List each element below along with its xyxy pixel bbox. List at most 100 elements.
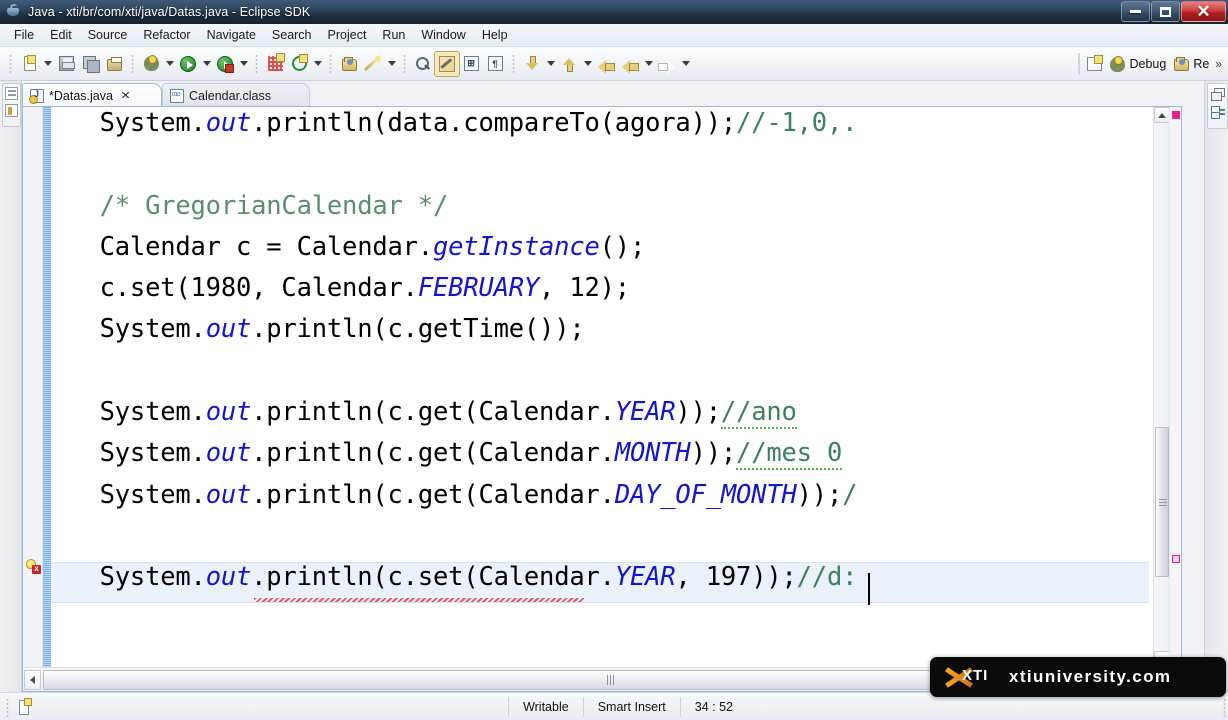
previous-annotation-button[interactable] [557,52,581,76]
overview-error-marker[interactable] [1172,111,1180,119]
magic-wand-icon [365,55,381,72]
open-perspective-button[interactable] [1083,55,1106,73]
menu-project[interactable]: Project [320,25,375,45]
back-dropdown[interactable] [642,52,655,76]
scroll-up-button[interactable] [1154,107,1170,123]
print-button[interactable] [102,52,126,76]
forward-button[interactable] [655,52,679,76]
perspective-separator [1078,53,1081,75]
last-edit-location-button[interactable] [594,52,618,76]
chevron-down-icon [681,61,690,66]
minimize-button[interactable] [1121,1,1150,22]
menu-file[interactable]: File [6,25,42,45]
debug-button[interactable] [139,52,163,76]
coverage-button[interactable] [263,52,287,76]
overview-warning-marker[interactable] [1172,555,1180,563]
vertical-scrollbar[interactable] [1153,107,1170,667]
tab-datas-java-label: *Datas.java [49,88,113,103]
fast-view-bar [0,81,22,692]
code-viewport[interactable]: System.out.println(data.compareTo(agora)… [51,107,1149,667]
toolbar-overflow-chevron[interactable]: » [1213,57,1224,71]
menu-refactor[interactable]: Refactor [135,25,198,45]
overview-ruler[interactable] [1169,107,1181,667]
perspective-debug-label: Debug [1129,57,1167,71]
toolbar-drag-handle-3[interactable] [253,52,260,75]
run-history-icon [217,55,234,73]
save-all-button[interactable] [78,52,102,76]
vertical-scroll-thumb[interactable] [1155,427,1169,577]
menu-run[interactable]: Run [374,25,413,45]
debug-bug-icon [1110,55,1126,72]
external-tools-dropdown[interactable] [311,52,324,76]
maximize-button[interactable] [1151,1,1180,22]
text-caret [868,573,870,605]
debug-dropdown[interactable] [163,52,176,76]
tab-calendar-class[interactable]: Calendar.class [162,83,310,107]
editor-tab-row: *Datas.java ✕ Calendar.class [22,81,1182,107]
run-last-button[interactable] [213,52,237,76]
search-button[interactable] [411,52,435,76]
next-annotation-button[interactable] [520,52,544,76]
menu-source[interactable]: Source [80,25,136,45]
show-whitespace-button[interactable]: ⊞ [459,52,483,76]
new-wizard-button[interactable] [17,52,41,76]
menu-search[interactable]: Search [264,25,320,45]
close-icon: ✕ [1196,2,1211,21]
resource-folder-icon [1174,57,1190,71]
menu-window[interactable]: Window [413,25,473,45]
status-drag-handle[interactable] [4,696,11,717]
error-quick-fix-marker[interactable]: x [26,559,41,574]
forward-dropdown[interactable] [679,52,692,76]
chevron-down-icon [313,61,322,66]
toggle-mark-occurrences-button[interactable] [434,50,460,77]
toolbar-drag-handle-6[interactable] [510,52,517,75]
boxed-letter-icon: ⊞ [463,56,479,71]
status-insert-mode: Smart Insert [582,696,680,717]
new-wizard-dropdown[interactable] [41,52,54,76]
external-tools-button[interactable] [287,52,311,76]
open-folder-icon [341,56,357,71]
save-button[interactable] [54,52,78,76]
close-button[interactable]: ✕ [1181,1,1226,22]
restore-icon[interactable] [1210,88,1225,101]
tab-datas-java[interactable]: *Datas.java ✕ [22,83,162,107]
right-view-bar [1204,81,1228,692]
toggle-block-selection-button[interactable]: ¶ [483,52,507,76]
open-type-button[interactable] [337,52,361,76]
perspective-resource-label: Re [1193,57,1210,71]
chevron-down-icon [644,61,653,66]
previous-annotation-dropdown[interactable] [581,52,594,76]
editor-area: *Datas.java ✕ Calendar.class x System.ou [0,81,1228,692]
run-last-dropdown[interactable] [237,52,250,76]
outline-icon[interactable] [1210,106,1225,119]
open-perspective-icon [1087,55,1104,71]
perspective-debug[interactable]: Debug [1106,55,1170,74]
status-drag-handle-2[interactable] [1221,696,1228,717]
tab-close-icon[interactable]: ✕ [120,89,131,102]
arrow-up-yellow-icon [562,56,576,72]
perspective-resource[interactable]: Re [1170,55,1213,73]
menu-help[interactable]: Help [474,25,516,45]
toolbar-drag-handle[interactable] [7,52,14,75]
toolbar-drag-handle-4[interactable] [327,52,334,75]
back-button[interactable] [618,52,642,76]
toolbar-drag-handle-5[interactable] [401,52,408,75]
forward-arrow-icon [658,57,675,74]
source-code-text[interactable]: System.out.println(data.compareTo(agora)… [51,107,858,599]
run-dropdown[interactable] [200,52,213,76]
scroll-left-button[interactable] [24,669,41,690]
next-annotation-dropdown[interactable] [544,52,557,76]
back-to-edit-arrow-icon [598,57,615,74]
new-java-project-button[interactable] [361,52,385,76]
menu-edit[interactable]: Edit [42,25,80,45]
menu-navigate[interactable]: Navigate [199,25,264,45]
package-explorer-icon[interactable] [5,87,18,100]
new-java-project-dropdown[interactable] [385,52,398,76]
folding-strip[interactable] [43,107,51,667]
toolbar-drag-handle-2[interactable] [129,52,136,75]
outline-icon[interactable] [5,104,18,117]
minimize-icon [1130,10,1141,13]
marker-gutter[interactable]: x [23,107,43,667]
run-button[interactable] [176,52,200,76]
xti-logo-text: XTI [962,667,989,684]
